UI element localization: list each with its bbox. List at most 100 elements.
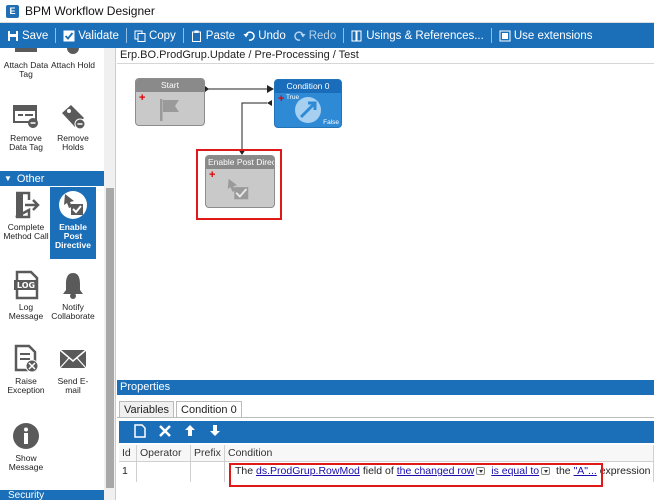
palette-item-label: Remove Holds	[57, 133, 89, 152]
toolbar-separator	[55, 28, 57, 43]
new-row-button[interactable]	[127, 423, 152, 441]
bell-icon	[58, 270, 88, 300]
chevron-down-icon: ▼	[4, 174, 12, 183]
move-down-button[interactable]	[202, 424, 227, 440]
title-bar: E BPM Workflow Designer	[0, 0, 654, 23]
palette-item-attach-data-tag[interactable]: Attach Data Tag	[3, 48, 49, 79]
log-icon: LOG	[11, 270, 41, 300]
undo-button[interactable]: Undo	[239, 23, 290, 48]
node-title: Start	[136, 79, 204, 92]
move-up-button[interactable]	[177, 424, 202, 440]
row-operator[interactable]	[137, 462, 191, 482]
tag-icon	[11, 48, 41, 58]
palette-item-notify-collaborate[interactable]: Notify Collaborate	[50, 270, 96, 321]
copy-button[interactable]: Copy	[130, 23, 180, 48]
paste-label: Paste	[205, 29, 236, 42]
undo-icon	[243, 30, 255, 41]
node-title: Condition 0	[275, 80, 341, 93]
palette-item-label: Show Message	[8, 453, 44, 472]
toolbar-separator	[125, 28, 127, 43]
svg-text:LOG: LOG	[17, 281, 35, 290]
connector-condition-post	[241, 102, 267, 150]
properties-panel: Properties Variables Condition 0 Id Oper…	[117, 380, 654, 500]
palette-item-label: Attach Data Tag	[3, 60, 49, 79]
column-header-condition[interactable]: Condition	[225, 445, 654, 462]
new-document-icon	[133, 423, 146, 438]
palette-item-label: Complete Method Call	[3, 222, 49, 241]
tab-variables[interactable]: Variables	[119, 401, 175, 418]
palette-item-log-message[interactable]: LOG Log Message	[3, 270, 49, 321]
arrow-head-icon	[267, 85, 274, 93]
row-id: 1	[119, 462, 137, 482]
validate-label: Validate	[78, 29, 119, 42]
copy-icon	[134, 30, 146, 42]
exit-icon	[11, 190, 41, 220]
column-header-operator[interactable]: Operator	[137, 445, 191, 462]
palette-item-label: Attach Hold	[51, 60, 95, 70]
column-header-id[interactable]: Id	[119, 445, 137, 462]
delete-row-button[interactable]	[152, 424, 177, 440]
false-port-label: False	[323, 119, 339, 126]
palette-item-complete-method-call[interactable]: Complete Method Call	[3, 190, 49, 241]
node-start[interactable]: Start +	[135, 78, 205, 126]
save-button[interactable]: Save	[3, 23, 52, 48]
extensions-label: Use extensions	[513, 29, 593, 42]
paste-button[interactable]: Paste	[187, 23, 239, 48]
validate-button[interactable]: Validate	[59, 23, 123, 48]
scrollbar-thumb[interactable]	[106, 188, 114, 488]
activity-palette: Attach Data Tag Attach Hold Remove Data …	[0, 48, 116, 500]
usings-references-button[interactable]: Usings & References...	[347, 23, 488, 48]
palette-item-label: Send E-mail	[57, 376, 89, 395]
properties-title: Properties	[117, 380, 654, 395]
condition-text: expression	[599, 465, 651, 477]
add-icon[interactable]: +	[139, 93, 145, 104]
row-prefix[interactable]	[191, 462, 225, 482]
palette-item-attach-hold[interactable]: Attach Hold	[50, 48, 96, 70]
palette-item-show-message[interactable]: Show Message	[3, 421, 49, 472]
undo-label: Undo	[258, 29, 286, 42]
section-header-security[interactable]: Security	[0, 490, 104, 500]
palette-item-label: Notify Collaborate	[51, 302, 95, 321]
condition-icon	[295, 97, 321, 123]
highlight-box	[196, 149, 282, 220]
tab-divider	[117, 417, 654, 418]
mail-icon	[58, 344, 88, 374]
toolbar-separator	[490, 28, 492, 43]
tab-condition-0[interactable]: Condition 0	[176, 401, 242, 418]
grid-toolbar	[119, 421, 654, 443]
toolbar-separator	[182, 28, 184, 43]
palette-item-raise-exception[interactable]: Raise Exception	[3, 344, 49, 395]
node-condition[interactable]: Condition 0 + True False	[274, 79, 342, 128]
palette-item-label: Raise Exception	[7, 376, 45, 395]
palette-item-label: Enable Post Directive	[55, 222, 91, 250]
palette-item-remove-holds[interactable]: Remove Holds	[50, 101, 96, 152]
add-icon[interactable]: +	[278, 94, 284, 105]
palette-item-remove-data-tag[interactable]: Remove Data Tag	[3, 101, 49, 152]
palette-item-label: Log Message	[8, 302, 44, 321]
section-header-other[interactable]: ▼ Other	[0, 171, 104, 186]
toolbar-separator	[343, 28, 345, 43]
palette-item-send-email[interactable]: Send E-mail	[50, 344, 96, 395]
palette-item-enable-post-directive[interactable]: Enable Post Directive	[50, 187, 96, 259]
port-icon	[267, 100, 272, 106]
hold-icon	[58, 48, 88, 58]
info-icon	[11, 421, 41, 451]
section-title: Security	[8, 490, 45, 500]
use-extensions-button[interactable]: Use extensions	[495, 23, 597, 48]
section-title: Other	[16, 172, 45, 185]
workflow-canvas[interactable]: Erp.BO.ProdGrup.Update / Pre-Processing …	[117, 48, 654, 380]
exception-icon	[11, 344, 41, 374]
enable-post-icon	[58, 190, 88, 220]
highlight-box	[229, 463, 603, 487]
references-icon	[351, 30, 362, 41]
grid-header: Id Operator Prefix Condition	[119, 445, 654, 462]
column-header-prefix[interactable]: Prefix	[191, 445, 225, 462]
redo-button[interactable]: Redo	[290, 23, 341, 48]
validate-icon	[63, 30, 75, 41]
port-icon	[205, 86, 209, 92]
redo-label: Redo	[308, 29, 337, 42]
save-icon	[8, 30, 18, 41]
arrow-down-icon	[209, 425, 220, 436]
arrow-up-icon	[184, 425, 195, 436]
palette-scrollbar[interactable]	[104, 48, 115, 500]
